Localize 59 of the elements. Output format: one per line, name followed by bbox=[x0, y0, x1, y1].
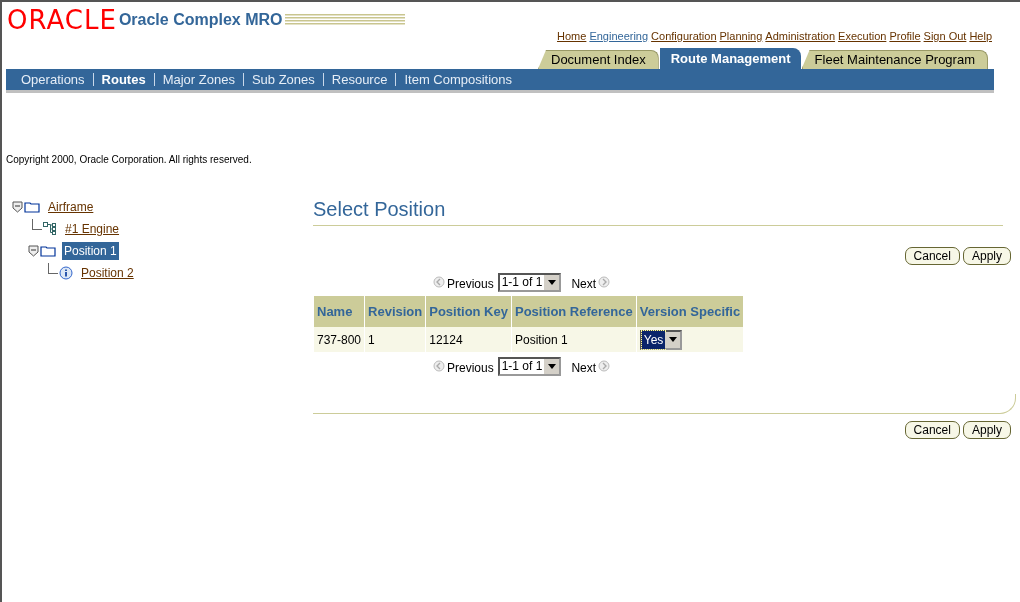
action-button[interactable]: Cancel bbox=[904, 247, 960, 265]
tree-node-link[interactable]: Position 1 bbox=[62, 242, 119, 260]
version-select[interactable]: Yes bbox=[639, 329, 683, 350]
collapse-icon[interactable] bbox=[12, 201, 23, 213]
app-title: Oracle Complex MRO bbox=[118, 10, 283, 30]
nav-link[interactable]: Major Zones bbox=[162, 69, 235, 90]
nav-link[interactable]: Operations bbox=[21, 69, 85, 90]
action-button[interactable]: Cancel bbox=[904, 421, 960, 439]
column-header: Position Reference bbox=[511, 296, 637, 327]
collapse-icon[interactable] bbox=[28, 245, 39, 257]
nav-link[interactable]: Routes bbox=[101, 69, 146, 90]
column-header: Version Specific bbox=[636, 296, 744, 327]
tab[interactable]: Document Index bbox=[538, 50, 659, 69]
global-link[interactable]: Planning bbox=[719, 28, 763, 45]
global-link[interactable]: Help bbox=[969, 28, 992, 45]
next-icon[interactable] bbox=[598, 360, 611, 372]
nav-link[interactable]: Item Compositions bbox=[404, 69, 513, 90]
previous-link[interactable]: Previous bbox=[447, 359, 494, 377]
tree-node-link[interactable]: #1 Engine bbox=[63, 220, 122, 238]
global-link[interactable]: Engineering bbox=[589, 28, 649, 45]
nav-link[interactable]: Sub Zones bbox=[251, 69, 315, 90]
next-link[interactable]: Next bbox=[571, 275, 597, 293]
nav-link[interactable]: Resource bbox=[331, 69, 388, 90]
previous-link[interactable]: Previous bbox=[447, 275, 494, 293]
folder-icon bbox=[24, 201, 40, 213]
table-cell: 12124 bbox=[425, 327, 512, 352]
hierarchy-icon bbox=[43, 222, 57, 236]
range-select[interactable]: 1-1 of 1 bbox=[497, 272, 562, 292]
next-icon[interactable] bbox=[598, 276, 611, 288]
table-cell: Position 1 bbox=[511, 327, 637, 352]
global-link[interactable]: Administration bbox=[765, 28, 836, 45]
global-link[interactable]: Profile bbox=[889, 28, 921, 45]
dropdown-arrow-icon bbox=[547, 279, 556, 285]
column-header: Position Key bbox=[425, 296, 512, 327]
tab[interactable]: Route Management bbox=[659, 48, 801, 69]
tree-node-link[interactable]: Position 2 bbox=[79, 264, 136, 282]
tree-node-link[interactable]: Airframe bbox=[46, 198, 96, 216]
page-title: Select Position bbox=[313, 194, 1003, 226]
oracle-logo: ORACLE bbox=[7, 9, 117, 31]
previous-icon[interactable] bbox=[433, 276, 445, 288]
copyright-text: Copyright 2000, Oracle Corporation. All rights reserved. bbox=[6, 153, 252, 167]
range-select[interactable]: 1-1 of 1 bbox=[497, 356, 562, 376]
global-link[interactable]: Execution bbox=[838, 28, 887, 45]
dropdown-arrow-icon bbox=[547, 363, 556, 369]
previous-icon[interactable] bbox=[433, 360, 445, 372]
global-link[interactable]: Sign Out bbox=[923, 28, 967, 45]
tab[interactable]: Fleet Maintenance Program bbox=[801, 50, 988, 69]
folder-icon bbox=[40, 245, 56, 257]
global-link[interactable]: Configuration bbox=[651, 28, 717, 45]
action-button[interactable]: Apply bbox=[962, 247, 1011, 265]
column-header: Revision bbox=[364, 296, 426, 327]
table-cell: 1 bbox=[364, 327, 426, 352]
column-header: Name bbox=[313, 296, 365, 327]
global-link[interactable]: Home bbox=[557, 28, 587, 45]
action-button[interactable]: Apply bbox=[962, 421, 1011, 439]
info-icon bbox=[59, 266, 73, 280]
table-cell: 737-800 bbox=[313, 327, 365, 352]
next-link[interactable]: Next bbox=[571, 359, 597, 377]
dropdown-arrow-icon bbox=[668, 337, 677, 342]
